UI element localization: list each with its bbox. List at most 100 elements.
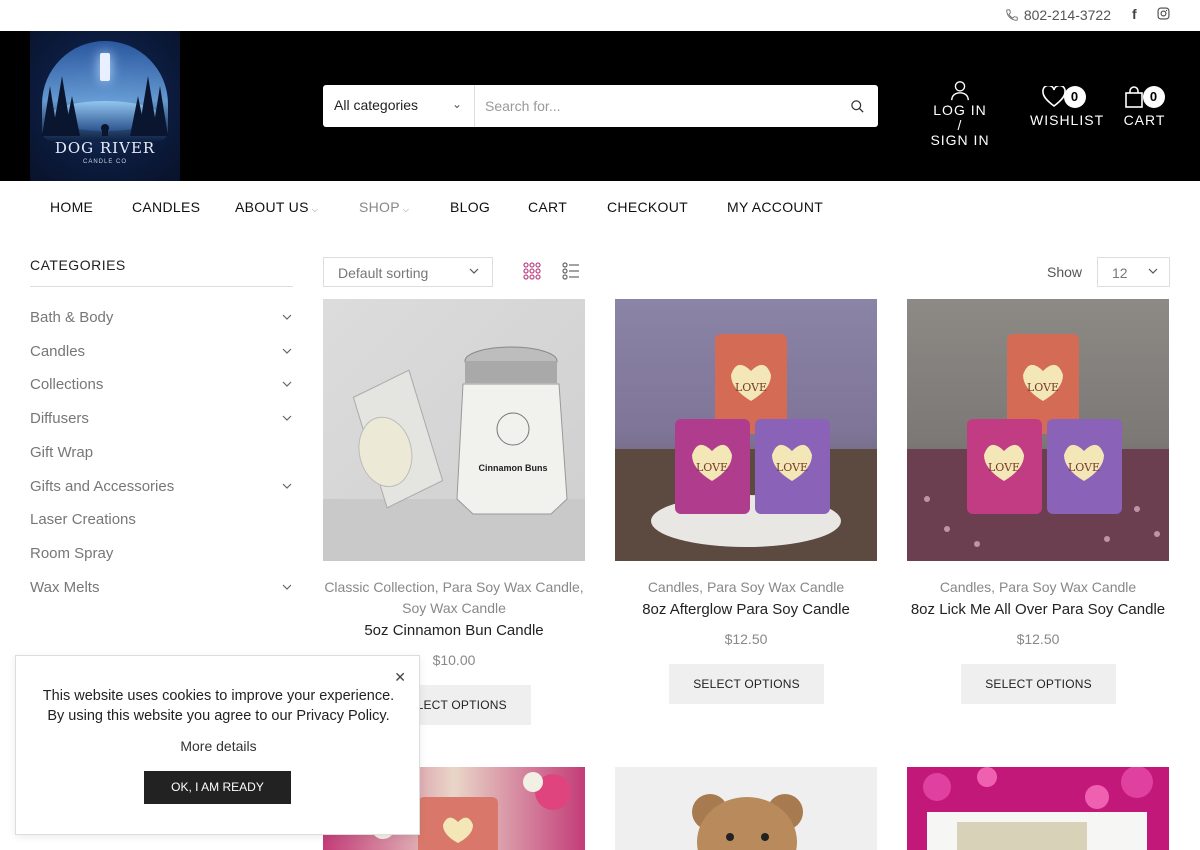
search-input[interactable] (475, 85, 836, 127)
product-categories-line2[interactable]: Soy Wax Candle (323, 598, 585, 619)
chevron-down-icon[interactable] (281, 581, 293, 593)
shopping-bag-icon (1125, 86, 1143, 108)
product-categories: Classic Collection, Para Soy Wax Candle,… (323, 577, 585, 619)
heart-tag-text: LOVE (776, 461, 808, 474)
list-view-icon[interactable] (562, 262, 580, 280)
category-label: Wax Melts (30, 579, 100, 596)
heart-tag-text: LOVE (735, 381, 767, 394)
category-label: Room Spray (30, 545, 114, 562)
product-name[interactable]: 8oz Lick Me All Over Para Soy Candle (907, 601, 1169, 618)
category-laser-creations[interactable]: Laser Creations (30, 511, 293, 528)
per-page-select[interactable]: 12 (1097, 257, 1170, 287)
per-page-value: 12 (1112, 265, 1128, 281)
select-options-button[interactable]: SELECT OPTIONS (669, 664, 824, 704)
cookie-line2: By using this website you agree to our P… (47, 708, 390, 724)
product-image[interactable] (615, 767, 877, 850)
chevron-down-icon[interactable] (281, 480, 293, 492)
product-image[interactable]: LOVE LOVE LOVE (907, 299, 1169, 561)
category-gifts-accessories[interactable]: Gifts and Accessories (30, 478, 293, 495)
product-name[interactable]: 8oz Afterglow Para Soy Candle (615, 601, 877, 618)
more-details-link[interactable]: More details (16, 738, 421, 754)
category-candles[interactable]: Candles (30, 343, 293, 360)
heart-tag-text: LOVE (988, 461, 1020, 474)
product-image[interactable] (907, 767, 1169, 850)
search-icon (850, 99, 864, 113)
category-bath-body[interactable]: Bath & Body (30, 309, 293, 326)
cart-link[interactable]: CART 0 (1122, 86, 1167, 128)
soap-flowers-image (923, 767, 1153, 850)
candle-jars-image: LOVE LOVE LOVE (907, 334, 1169, 561)
nav-shop[interactable]: SHOP ⌵ (359, 199, 409, 215)
phone-icon (1006, 9, 1018, 21)
teddy-bear-image (692, 794, 803, 850)
chevron-down-icon[interactable] (281, 412, 293, 424)
phone-contact[interactable]: 802-214-3722 (1005, 7, 1111, 23)
logo-title: DOG RIVER (54, 139, 156, 157)
category-label: Candles (30, 343, 86, 360)
site-header: DOG RIVER CANDLE CO All categories ⌄ LOG… (0, 31, 1200, 181)
product-categories[interactable]: Candles, Para Soy Wax Candle (615, 577, 877, 598)
nav-my-account[interactable]: MY ACCOUNT (727, 199, 823, 215)
login-link[interactable]: LOG IN / SIGN IN (930, 79, 990, 148)
logo-candle (100, 53, 110, 81)
categories-divider (30, 286, 293, 287)
category-label: Gift Wrap (30, 444, 94, 461)
chevron-down-icon: ⌄ (451, 97, 462, 111)
category-label: Collections (30, 376, 104, 393)
login-label-line1: LOG IN / (933, 102, 987, 133)
search-button[interactable] (836, 85, 878, 127)
categories-title: CATEGORIES (30, 257, 126, 273)
sort-select[interactable]: Default sorting (323, 257, 493, 287)
select-options-button[interactable]: SELECT OPTIONS (961, 664, 1116, 704)
product-price: $12.50 (724, 631, 768, 647)
category-diffusers[interactable]: Diffusers (30, 410, 293, 427)
product-image[interactable]: LOVE LOVE LOVE (615, 299, 877, 561)
nav-about-us-label: ABOUT US (235, 199, 309, 215)
product-image[interactable]: Cinnamon Buns (323, 299, 585, 561)
chevron-down-icon (1148, 268, 1158, 274)
nav-checkout[interactable]: CHECKOUT (607, 199, 688, 215)
nav-cart[interactable]: CART (528, 199, 567, 215)
heart-tag-text: LOVE (1027, 381, 1059, 394)
chevron-down-icon (469, 268, 479, 274)
heart-icon (1042, 86, 1066, 108)
jar-label-text: Cinnamon Buns (479, 463, 548, 473)
nav-shop-label: SHOP (359, 199, 400, 215)
category-select[interactable]: All categories ⌄ (323, 85, 475, 127)
category-room-spray[interactable]: Room Spray (30, 545, 293, 562)
wishlist-link[interactable]: WISHLIST 0 (1030, 86, 1103, 128)
category-collections[interactable]: Collections (30, 376, 293, 393)
category-select-value: All categories (334, 97, 419, 113)
heart-tag-text: LOVE (696, 461, 728, 474)
site-logo[interactable]: DOG RIVER CANDLE CO (30, 31, 180, 181)
category-gift-wrap[interactable]: Gift Wrap (30, 444, 293, 461)
instagram-icon[interactable] (1157, 7, 1170, 20)
product-categories-line1[interactable]: Classic Collection, Para Soy Wax Candle, (323, 577, 585, 598)
nav-candles[interactable]: CANDLES (132, 199, 200, 215)
category-label: Diffusers (30, 410, 89, 427)
top-bar: 802-214-3722 f (0, 0, 1200, 31)
chevron-down-icon[interactable] (281, 345, 293, 357)
login-label-line2: SIGN IN (930, 132, 990, 148)
product-name[interactable]: 5oz Cinnamon Bun Candle (323, 622, 585, 639)
category-wax-melts[interactable]: Wax Melts (30, 579, 293, 596)
user-icon (951, 81, 969, 101)
logo-trees (42, 76, 168, 136)
chevron-down-icon: ⌵ (402, 205, 410, 214)
nav-about-us[interactable]: ABOUT US ⌵ (235, 199, 318, 215)
nav-blog[interactable]: BLOG (450, 199, 490, 215)
close-icon[interactable]: ✕ (394, 669, 406, 686)
chevron-down-icon[interactable] (281, 311, 293, 323)
chevron-down-icon[interactable] (281, 378, 293, 390)
facebook-icon[interactable]: f (1132, 6, 1137, 22)
accept-cookies-button[interactable]: OK, I AM READY (144, 771, 291, 804)
grid-view-icon[interactable] (523, 262, 541, 280)
logo-subtitle: CANDLE CO (82, 159, 127, 165)
nav-home[interactable]: HOME (50, 199, 93, 215)
candle-jar-image: Cinnamon Buns (323, 346, 585, 561)
show-label: Show (1047, 264, 1083, 280)
cookie-message: This website uses cookies to improve you… (16, 686, 421, 726)
wishlist-count-badge: 0 (1064, 86, 1086, 108)
chevron-down-icon: ⌵ (311, 205, 319, 214)
product-categories[interactable]: Candles, Para Soy Wax Candle (907, 577, 1169, 598)
